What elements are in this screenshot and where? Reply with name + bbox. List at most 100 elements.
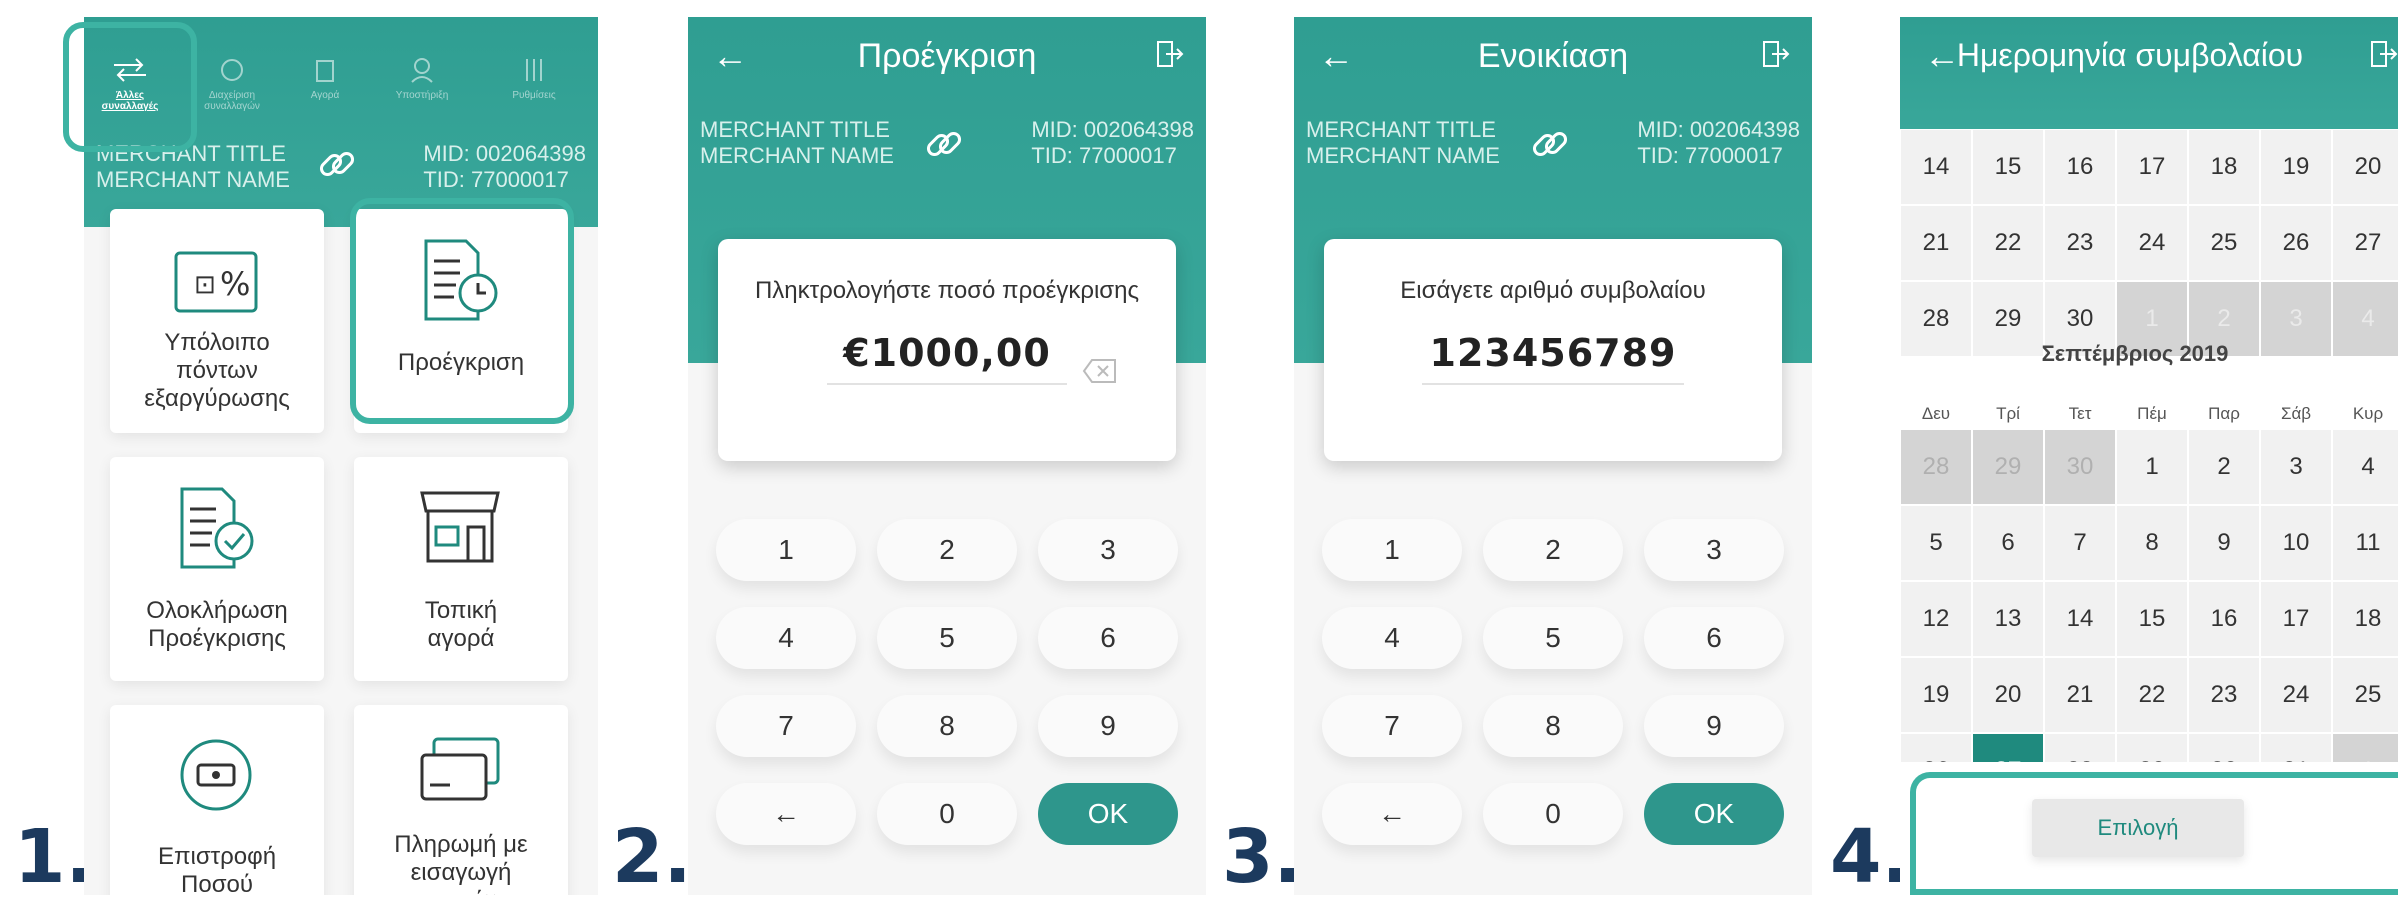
calendar-day: 28	[1900, 429, 1972, 505]
calendar-day[interactable]: 25	[2332, 657, 2398, 733]
calendar-day[interactable]: 14	[2044, 581, 2116, 657]
calendar-day[interactable]: 16	[2044, 129, 2116, 205]
key-3[interactable]: 3	[1038, 519, 1178, 581]
tile-label: Ολοκλήρωση Προέγκρισης	[146, 597, 288, 652]
tile-label: Υπόλοιπο πόντων εξαργύρωσης	[144, 329, 290, 412]
terminal-info: MID: 002064398 TID: 77000017	[1031, 117, 1194, 169]
tile-local-purchase[interactable]: Τοπική αγορά	[354, 457, 568, 681]
terminal-info: MID: 002064398 TID: 77000017	[423, 141, 586, 193]
calendar-day[interactable]: 21	[1900, 205, 1972, 281]
nav-item-purchase[interactable]: Αγορά	[290, 51, 360, 121]
calendar-day[interactable]: 26	[2260, 205, 2332, 281]
calendar-day[interactable]: 24	[2260, 657, 2332, 733]
cart-icon	[316, 60, 334, 82]
screen-contract-date: ← Ημερομηνία συμβολαίου 14 15 16 17 18 19 20 21…	[1900, 17, 2398, 895]
key-2[interactable]: 2	[1483, 519, 1623, 581]
key-back[interactable]: ←	[1322, 783, 1462, 845]
calendar-day[interactable]: 6	[1972, 505, 2044, 581]
calendar-day[interactable]: 19	[1900, 657, 1972, 733]
key-2[interactable]: 2	[877, 519, 1017, 581]
calendar-day[interactable]: 9	[2188, 505, 2260, 581]
key-8[interactable]: 8	[877, 695, 1017, 757]
calendar-day[interactable]: 8	[2116, 505, 2188, 581]
calendar-day[interactable]: 20	[1972, 657, 2044, 733]
ok-button[interactable]: OK	[1644, 783, 1784, 845]
calendar-day[interactable]: 16	[2188, 581, 2260, 657]
calendar-day[interactable]: 1	[2116, 429, 2188, 505]
calendar-day[interactable]: 19	[2260, 129, 2332, 205]
calendar-day[interactable]: 22	[2116, 657, 2188, 733]
calendar-day[interactable]: 14	[1900, 129, 1972, 205]
calendar-day[interactable]: 2	[2188, 429, 2260, 505]
calendar-day[interactable]: 13	[1972, 581, 2044, 657]
calendar-day[interactable]: 21	[2044, 657, 2116, 733]
key-4[interactable]: 4	[716, 607, 856, 669]
calendar-day[interactable]: 11	[2332, 505, 2398, 581]
calendar-day[interactable]: 17	[2260, 581, 2332, 657]
weekday-label: Παρ	[2208, 404, 2240, 423]
step-number-4: 4.	[1830, 814, 1910, 900]
calendar-day[interactable]: 10	[2260, 505, 2332, 581]
weekday-label: Τρί	[1996, 404, 2020, 423]
calendar-day[interactable]: 18	[2188, 129, 2260, 205]
exit-icon[interactable]	[1760, 39, 1790, 69]
calendar-day[interactable]: 20	[2332, 129, 2398, 205]
calendar-day[interactable]: 7	[2044, 505, 2116, 581]
step-number-2: 2.	[612, 814, 692, 900]
calendar-day[interactable]: 5	[1900, 505, 1972, 581]
tile-preauth-completion[interactable]: Ολοκλήρωση Προέγκρισης	[110, 457, 324, 681]
merchant-name: MERCHANT NAME	[1306, 143, 1500, 168]
calendar-day[interactable]: 15	[1972, 129, 2044, 205]
calendar-day[interactable]: 22	[1972, 205, 2044, 281]
ok-button[interactable]: OK	[1038, 783, 1178, 845]
key-1[interactable]: 1	[1322, 519, 1462, 581]
calendar-day[interactable]: 27	[2332, 205, 2398, 281]
key-7[interactable]: 7	[716, 695, 856, 757]
amount-card: Πληκτρολογήστε ποσό προέγκρισης €1000,00	[718, 239, 1176, 461]
key-4[interactable]: 4	[1322, 607, 1462, 669]
svg-text:%: %	[220, 265, 250, 303]
key-7[interactable]: 7	[1322, 695, 1462, 757]
merchant-title: MERCHANT TITLE	[700, 117, 890, 142]
calendar-day[interactable]: 4	[2332, 429, 2398, 505]
calendar-day[interactable]: 18	[2332, 581, 2398, 657]
key-9[interactable]: 9	[1644, 695, 1784, 757]
contract-input[interactable]: 123456789	[1421, 331, 1685, 385]
tile-refund[interactable]: Επιστροφή Ποσού	[110, 705, 324, 895]
calendar-day[interactable]: 24	[2116, 205, 2188, 281]
exit-icon[interactable]	[2368, 39, 2398, 69]
merchant-name: MERCHANT NAME	[96, 167, 290, 192]
manage-icon	[221, 59, 243, 81]
calendar-day[interactable]: 12	[1900, 581, 1972, 657]
amount-input[interactable]: €1000,00	[827, 331, 1067, 385]
key-0[interactable]: 0	[1483, 783, 1623, 845]
nav-item-settings[interactable]: Ρυθμίσεις	[484, 51, 584, 121]
backspace-icon[interactable]	[1082, 357, 1118, 385]
tile-manual-card-entry[interactable]: Πληρωμή με εισαγωγή στοιχείων κάρτας	[354, 705, 568, 895]
merchant-title: MERCHANT TITLE	[1306, 117, 1496, 142]
nav-label-manage: Διαχείριση συναλλαγών	[204, 90, 260, 112]
calendar-day[interactable]: 15	[2116, 581, 2188, 657]
nav-item-support[interactable]: Υποστήριξη	[376, 51, 468, 121]
key-6[interactable]: 6	[1038, 607, 1178, 669]
tile-points-balance[interactable]: ⊡% Υπόλοιπο πόντων εξαργύρωσης	[110, 209, 324, 433]
tid-value: TID: 77000017	[423, 167, 569, 192]
calendar-day: 29	[1972, 429, 2044, 505]
tile-label: Πληρωμή με εισαγωγή στοιχείων κάρτας	[394, 831, 528, 895]
key-3[interactable]: 3	[1644, 519, 1784, 581]
nav-item-manage[interactable]: Διαχείριση συναλλαγών	[192, 51, 272, 121]
key-9[interactable]: 9	[1038, 695, 1178, 757]
key-5[interactable]: 5	[877, 607, 1017, 669]
calendar-day[interactable]: 23	[2044, 205, 2116, 281]
key-back[interactable]: ←	[716, 783, 856, 845]
calendar-day[interactable]: 25	[2188, 205, 2260, 281]
calendar-day[interactable]: 17	[2116, 129, 2188, 205]
calendar-day[interactable]: 3	[2260, 429, 2332, 505]
key-0[interactable]: 0	[877, 783, 1017, 845]
key-8[interactable]: 8	[1483, 695, 1623, 757]
key-6[interactable]: 6	[1644, 607, 1784, 669]
calendar-day[interactable]: 23	[2188, 657, 2260, 733]
key-5[interactable]: 5	[1483, 607, 1623, 669]
key-1[interactable]: 1	[716, 519, 856, 581]
exit-icon[interactable]	[1154, 39, 1184, 69]
